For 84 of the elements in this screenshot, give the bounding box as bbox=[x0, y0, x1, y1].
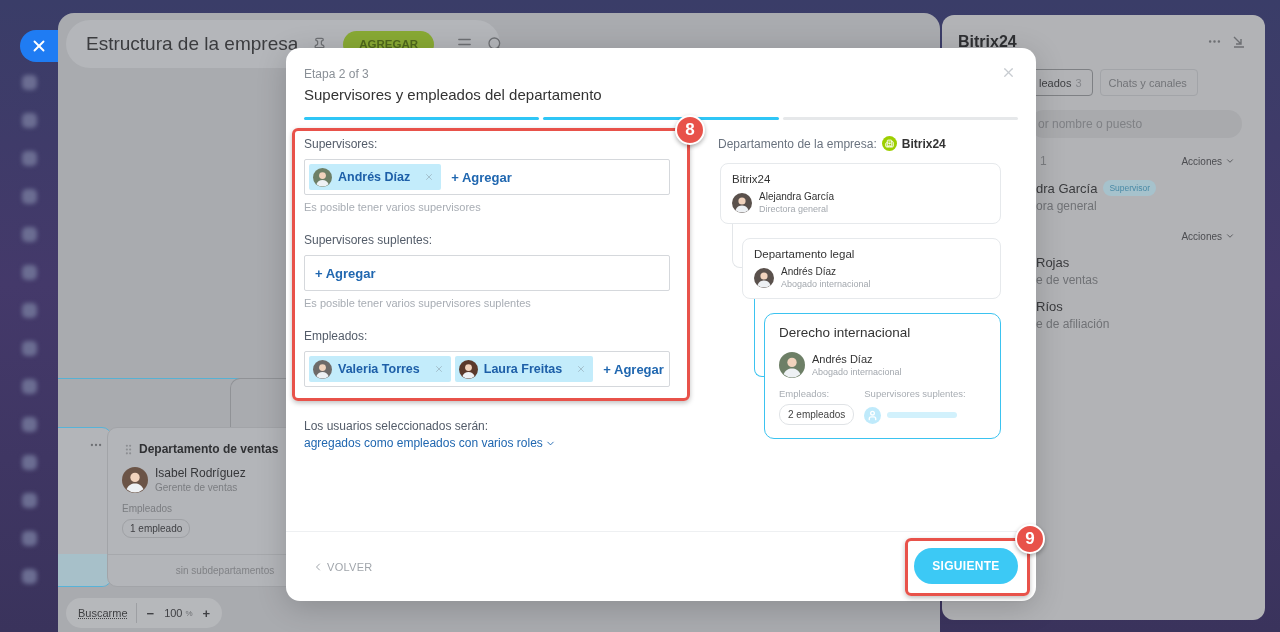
step-number-badge: 8 bbox=[675, 115, 705, 145]
person-name: Andrés Díaz bbox=[781, 266, 838, 277]
caret-icon[interactable] bbox=[1225, 231, 1235, 241]
department-title: Bitrix24 bbox=[732, 172, 772, 186]
sidebar-icon[interactable] bbox=[21, 455, 37, 470]
zoom-value: 100 bbox=[164, 607, 183, 619]
employees-count: 2 empleados bbox=[779, 404, 855, 425]
role-badge: Supervisor bbox=[1103, 180, 1157, 196]
field-label: Empleados: bbox=[304, 328, 369, 344]
employees-label: Empleados: bbox=[779, 388, 831, 399]
department-label: Departamento de la empresa: bbox=[718, 136, 877, 151]
person-chip[interactable]: Valeria Torres bbox=[309, 356, 451, 382]
remove-icon[interactable] bbox=[424, 172, 435, 182]
person-role: Abogado internacional bbox=[812, 367, 902, 377]
sidebar-icon[interactable] bbox=[21, 227, 37, 242]
field-hint: Es posible tener varios supervisores suplentes bbox=[304, 296, 532, 310]
placeholder-bar bbox=[887, 412, 958, 418]
selector-field[interactable]: Valeria Torres Laura Freitas + Agregar bbox=[304, 351, 670, 387]
person-chip[interactable]: Andrés Díaz bbox=[309, 164, 442, 190]
field-label: Supervisores suplentes: bbox=[304, 232, 434, 248]
employees-count: 1 empleado bbox=[122, 519, 191, 538]
panel-title: Bitrix24 bbox=[958, 32, 1018, 51]
deputies-label: Supervisores suplentes: bbox=[864, 388, 966, 399]
zoom-in-button[interactable]: + bbox=[200, 605, 213, 621]
sidebar-icon[interactable] bbox=[21, 531, 37, 546]
avatar bbox=[779, 352, 805, 378]
sidebar-icon[interactable] bbox=[21, 379, 37, 394]
avatar bbox=[313, 359, 332, 379]
caret-icon[interactable] bbox=[1225, 156, 1235, 166]
add-link[interactable]: + Agregar bbox=[597, 361, 664, 377]
employees-label: Empleados bbox=[122, 503, 174, 514]
selector-field[interactable]: Andrés Díaz + Agregar bbox=[304, 159, 670, 195]
sidebar-icon[interactable] bbox=[21, 113, 37, 128]
remove-icon[interactable] bbox=[433, 364, 444, 374]
avatar bbox=[458, 359, 478, 379]
sidebar-icon[interactable] bbox=[21, 341, 37, 356]
dialog-title: Supervisores y empleados del departamento bbox=[304, 85, 602, 105]
person-name: Andrés Díaz bbox=[812, 353, 874, 365]
actions-dropdown[interactable]: Acciones bbox=[1181, 155, 1235, 167]
sidebar-icon[interactable] bbox=[21, 417, 37, 432]
member-name: dra García bbox=[1036, 180, 1098, 196]
member-role: e de ventas bbox=[1036, 273, 1100, 287]
person-name: Isabel Rodríguez bbox=[155, 466, 246, 480]
page-title: Estructura de la empresa bbox=[86, 33, 299, 55]
department-title: Departamento de ventas bbox=[139, 442, 279, 456]
remove-icon[interactable] bbox=[576, 364, 587, 374]
department-title: Derecho internacional bbox=[779, 324, 912, 342]
sidebar-icon[interactable] bbox=[21, 303, 37, 318]
person-name: Alejandra García bbox=[759, 191, 835, 202]
sidebar-icon[interactable] bbox=[21, 151, 37, 166]
close-button[interactable] bbox=[20, 30, 58, 62]
sidebar-icon[interactable] bbox=[21, 189, 37, 204]
sidebar-icon[interactable] bbox=[21, 75, 37, 90]
sidebar-icon[interactable] bbox=[21, 569, 37, 584]
company-name: Bitrix24 bbox=[901, 136, 946, 151]
field-label: Supervisores: bbox=[304, 136, 379, 152]
member-role: e de afiliación bbox=[1036, 317, 1111, 331]
person-role: Directora general bbox=[759, 204, 830, 214]
member-role: ora general bbox=[1036, 199, 1098, 213]
close-icon[interactable] bbox=[1001, 65, 1016, 80]
field-hint: Es posible tener varios supervisores bbox=[304, 200, 482, 214]
avatar bbox=[754, 267, 774, 288]
avatar bbox=[313, 167, 332, 187]
avatar bbox=[122, 466, 148, 493]
step-indicator: Etapa 2 of 3 bbox=[304, 66, 369, 82]
avatar bbox=[732, 192, 752, 213]
add-link[interactable]: + Agregar bbox=[309, 265, 376, 281]
member-name: Rojas bbox=[1036, 255, 1070, 270]
step-number-badge: 9 bbox=[1015, 523, 1045, 554]
add-link[interactable]: + Agregar bbox=[445, 169, 512, 185]
zoom-out-button[interactable]: − bbox=[144, 605, 157, 621]
person-chip[interactable]: Laura Freitas bbox=[454, 356, 594, 382]
zoom-unit: % bbox=[185, 608, 193, 618]
sidebar-icon[interactable] bbox=[21, 493, 37, 508]
find-me-link[interactable]: Buscarme bbox=[78, 603, 137, 623]
department-title: Departamento legal bbox=[754, 247, 856, 261]
member-name: Ríos bbox=[1036, 299, 1063, 314]
person-role: Abogado internacional bbox=[781, 279, 871, 289]
sidebar-icon[interactable] bbox=[21, 265, 37, 280]
selector-field[interactable]: + Agregar bbox=[304, 255, 670, 291]
building-icon bbox=[881, 136, 897, 151]
collapse-icon[interactable] bbox=[1232, 35, 1245, 48]
actions-dropdown[interactable]: Acciones bbox=[1181, 230, 1235, 242]
user-icon bbox=[864, 406, 882, 424]
